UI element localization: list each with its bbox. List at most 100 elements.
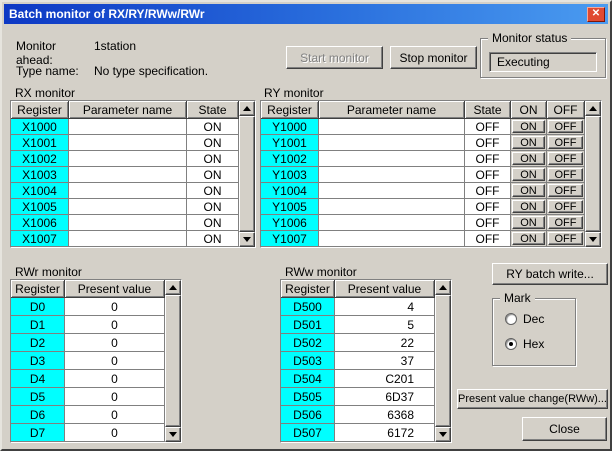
register-cell: D3: [11, 352, 65, 370]
rww-scrollbar[interactable]: [435, 280, 451, 442]
state-cell: ON: [187, 119, 239, 135]
dec-radio-label: Dec: [523, 312, 544, 326]
param-cell: [319, 199, 465, 215]
hex-radio-option[interactable]: Hex: [505, 337, 544, 351]
ry-on-button[interactable]: ON: [512, 216, 545, 229]
monitor-status-group: Monitor status Executing: [480, 38, 606, 78]
scroll-down-button[interactable]: [435, 427, 451, 442]
register-cell: D504: [281, 370, 335, 388]
scroll-down-button[interactable]: [585, 232, 601, 247]
close-glyph: ✕: [592, 9, 600, 19]
register-cell: Y1000: [261, 119, 319, 135]
state-cell: OFF: [465, 215, 511, 231]
param-cell: [319, 151, 465, 167]
arrow-up-icon: [243, 106, 251, 111]
register-cell: Y1005: [261, 199, 319, 215]
ry-off-button[interactable]: OFF: [548, 120, 583, 133]
ry-off-button[interactable]: OFF: [548, 232, 583, 245]
ry-monitor-label: RY monitor: [264, 86, 324, 100]
ry-off-button[interactable]: OFF: [548, 168, 583, 181]
value-cell: 6172: [335, 424, 435, 442]
scroll-thumb[interactable]: [239, 116, 255, 232]
param-cell: [319, 119, 465, 135]
ry-header-register: Register: [261, 101, 319, 119]
register-cell: X1001: [11, 135, 69, 151]
ry-off-button[interactable]: OFF: [548, 152, 583, 165]
rwr-monitor-table: Register Present value D0 0 D1 0 D2 0 D3…: [10, 279, 182, 443]
monitor-ahead-row: Monitor ahead: 1station: [16, 39, 136, 67]
start-monitor-button[interactable]: Start monitor: [286, 46, 383, 69]
hex-radio-icon[interactable]: [505, 338, 517, 350]
ry-off-button[interactable]: OFF: [548, 184, 583, 197]
ry-on-button[interactable]: ON: [512, 184, 545, 197]
ry-scrollbar[interactable]: [585, 101, 601, 247]
param-cell: [319, 215, 465, 231]
register-cell: D507: [281, 424, 335, 442]
monitor-status-group-label: Monitor status: [488, 31, 571, 45]
register-cell: D5: [11, 388, 65, 406]
scroll-up-button[interactable]: [165, 280, 181, 295]
value-cell: 0: [65, 334, 165, 352]
present-value-change-button[interactable]: Present value change(RWw)...: [457, 389, 608, 409]
window-title: Batch monitor of RX/RY/RWw/RWr: [9, 7, 587, 21]
dec-radio-option[interactable]: Dec: [505, 312, 544, 326]
rx-scrollbar[interactable]: [239, 101, 255, 247]
ry-header-on: ON: [511, 101, 547, 119]
register-cell: X1000: [11, 119, 69, 135]
scroll-up-button[interactable]: [585, 101, 601, 116]
arrow-down-icon: [439, 432, 447, 437]
param-cell: [319, 183, 465, 199]
ry-on-button[interactable]: ON: [512, 200, 545, 213]
close-icon[interactable]: ✕: [587, 7, 605, 22]
arrow-down-icon: [169, 432, 177, 437]
title-bar[interactable]: Batch monitor of RX/RY/RWw/RWr ✕: [4, 4, 608, 24]
scroll-thumb[interactable]: [165, 295, 181, 427]
rww-monitor-label: RWw monitor: [285, 265, 357, 279]
param-cell: [319, 231, 465, 247]
scroll-down-button[interactable]: [239, 232, 255, 247]
stop-monitor-button[interactable]: Stop monitor: [390, 46, 477, 69]
monitor-status-value: Executing: [497, 55, 550, 69]
register-cell: D502: [281, 334, 335, 352]
state-cell: ON: [187, 167, 239, 183]
param-cell: [319, 167, 465, 183]
close-button[interactable]: Close: [522, 417, 607, 441]
register-cell: X1004: [11, 183, 69, 199]
ry-on-button[interactable]: ON: [512, 152, 545, 165]
ry-monitor-table: Register Parameter name State ON OFF Y10…: [260, 100, 602, 248]
ry-on-button[interactable]: ON: [512, 168, 545, 181]
scroll-up-button[interactable]: [435, 280, 451, 295]
value-cell: 0: [65, 316, 165, 334]
ry-on-button[interactable]: ON: [512, 120, 545, 133]
state-cell: ON: [187, 231, 239, 247]
ry-batch-write-button[interactable]: RY batch write...: [492, 263, 608, 285]
scroll-thumb[interactable]: [435, 295, 451, 427]
value-cell: 0: [65, 406, 165, 424]
ry-on-button[interactable]: ON: [512, 232, 545, 245]
scroll-thumb[interactable]: [585, 116, 601, 232]
ry-on-button[interactable]: ON: [512, 136, 545, 149]
ry-off-button[interactable]: OFF: [548, 136, 583, 149]
ry-off-button[interactable]: OFF: [548, 200, 583, 213]
rwr-monitor-label: RWr monitor: [15, 265, 82, 279]
arrow-up-icon: [439, 285, 447, 290]
value-cell: 22: [335, 334, 435, 352]
dec-radio-icon[interactable]: [505, 313, 517, 325]
value-cell: 0: [65, 298, 165, 316]
register-cell: D505: [281, 388, 335, 406]
ry-header-param: Parameter name: [319, 101, 465, 119]
ry-off-button[interactable]: OFF: [548, 216, 583, 229]
scroll-down-button[interactable]: [165, 427, 181, 442]
state-cell: OFF: [465, 199, 511, 215]
state-cell: ON: [187, 199, 239, 215]
rww-monitor-table: Register Present value D500 4 D501 5 D50…: [280, 279, 452, 443]
state-cell: ON: [187, 215, 239, 231]
register-cell: Y1001: [261, 135, 319, 151]
scroll-up-button[interactable]: [239, 101, 255, 116]
value-cell: 0: [65, 370, 165, 388]
arrow-down-icon: [243, 237, 251, 242]
state-cell: OFF: [465, 183, 511, 199]
register-cell: Y1003: [261, 167, 319, 183]
rwr-scrollbar[interactable]: [165, 280, 181, 442]
arrow-down-icon: [589, 237, 597, 242]
